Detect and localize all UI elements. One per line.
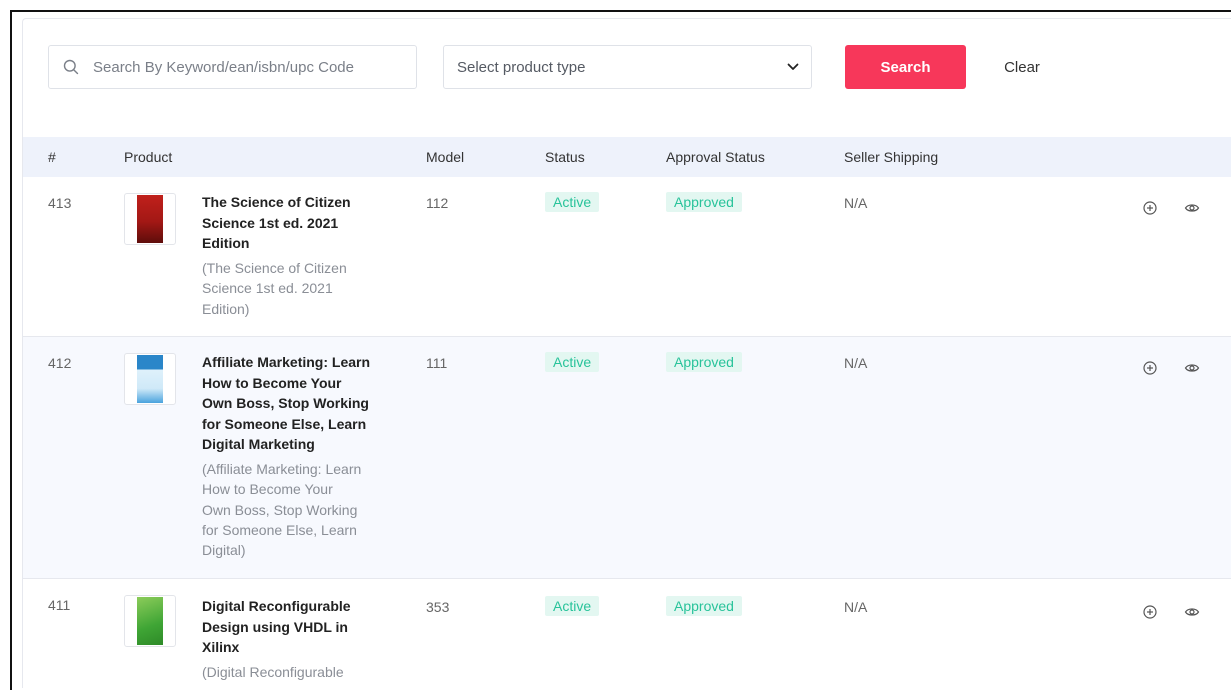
plus-circle-icon[interactable] — [1142, 360, 1158, 376]
header-model[interactable]: Model — [426, 149, 464, 165]
eye-icon[interactable] — [1184, 604, 1200, 620]
product-subtitle: (Affiliate Marketing: Learn How to Becom… — [202, 461, 362, 559]
status-badge: Active — [545, 596, 600, 616]
product-model: 112 — [426, 195, 449, 211]
product-thumbnail[interactable] — [124, 595, 176, 647]
product-thumbnail[interactable] — [124, 353, 176, 405]
approval-badge: Approved — [666, 596, 742, 616]
product-title[interactable]: The Science of Citizen Science 1st ed. 2… — [202, 192, 382, 254]
seller-shipping-value: N/A — [844, 599, 868, 615]
header-product[interactable]: Product — [124, 149, 172, 165]
header-status[interactable]: Status — [545, 149, 585, 165]
product-type-select[interactable]: Select product type — [443, 45, 812, 89]
approval-badge: Approved — [666, 352, 742, 372]
header-seller-shipping[interactable]: Seller Shipping — [844, 149, 938, 165]
clear-button[interactable]: Clear — [989, 45, 1055, 89]
table-row: 413 The Science of Citizen Science 1st e… — [23, 177, 1231, 337]
product-subtitle: (The Science of Citizen Science 1st ed. … — [202, 260, 347, 317]
book-cover-image — [137, 355, 163, 403]
search-input[interactable] — [91, 57, 395, 77]
eye-icon[interactable] — [1184, 200, 1200, 216]
table-row: 411 Digital Reconfigurable Design using … — [23, 579, 1231, 688]
product-title[interactable]: Affiliate Marketing: Learn How to Become… — [202, 352, 382, 455]
product-subtitle: (Digital Reconfigurable — [202, 664, 344, 680]
search-field[interactable] — [48, 45, 417, 89]
approval-badge: Approved — [666, 192, 742, 212]
product-list-card: Select product type Search Clear # Produ… — [22, 18, 1231, 688]
product-model: 353 — [426, 599, 450, 615]
header-approval-status[interactable]: Approval Status — [666, 149, 765, 165]
status-badge: Active — [545, 352, 600, 372]
table-row: 412 Affiliate Marketing: Learn How to Be… — [23, 337, 1231, 579]
header-index: # — [48, 149, 56, 165]
seller-shipping-value: N/A — [844, 195, 868, 211]
search-button[interactable]: Search — [845, 45, 966, 89]
book-cover-image — [137, 597, 163, 645]
plus-circle-icon[interactable] — [1142, 200, 1158, 216]
table-header: # Product Model Status Approval Status S… — [23, 137, 1231, 177]
product-thumbnail[interactable] — [124, 193, 176, 245]
status-badge: Active — [545, 192, 600, 212]
product-id: 413 — [48, 195, 72, 211]
eye-icon[interactable] — [1184, 360, 1200, 376]
product-title[interactable]: Digital Reconfigurable Design using VHDL… — [202, 596, 382, 658]
product-model: 111 — [426, 355, 448, 371]
product-id: 411 — [48, 597, 71, 613]
book-cover-image — [137, 195, 163, 243]
chevron-down-icon — [787, 63, 799, 70]
product-id: 412 — [48, 355, 72, 371]
product-type-select-label: Select product type — [457, 58, 586, 76]
plus-circle-icon[interactable] — [1142, 604, 1158, 620]
search-icon — [63, 59, 79, 75]
seller-shipping-value: N/A — [844, 355, 868, 371]
